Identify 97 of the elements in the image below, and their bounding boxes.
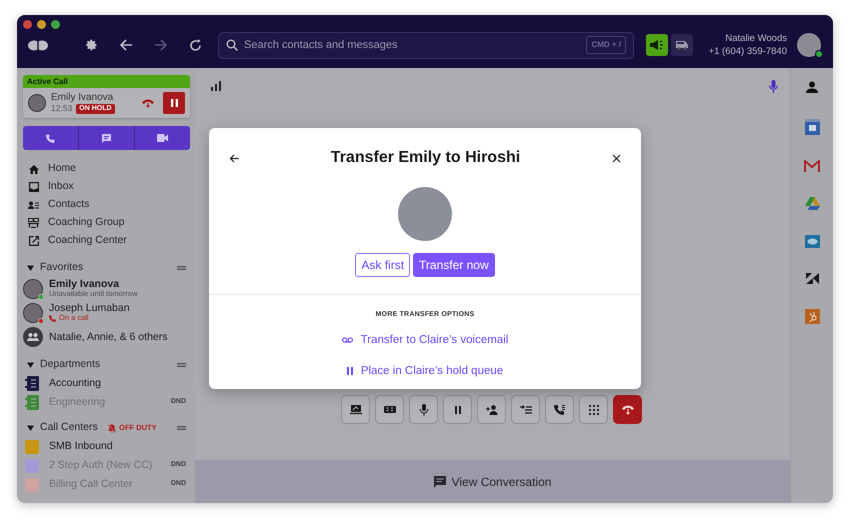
group-avatar-icon (23, 327, 43, 347)
chat-icon (434, 476, 446, 488)
bell-off-icon (108, 424, 116, 432)
screen-share-button[interactable] (341, 395, 370, 424)
forward-arrow-icon[interactable] (154, 39, 167, 51)
section-title: Favorites (40, 260, 84, 276)
record-icon (384, 404, 396, 416)
section-title: Departments (40, 357, 100, 372)
maximize-window-button[interactable] (51, 20, 60, 29)
transfer-icon (520, 404, 532, 416)
caller-avatar (28, 94, 46, 112)
van-button[interactable] (671, 34, 693, 56)
microphone-icon[interactable] (769, 80, 778, 93)
megaphone-button[interactable] (646, 34, 668, 56)
hang-up-icon (622, 404, 634, 416)
back-arrow-icon[interactable] (120, 39, 133, 51)
pause-icon (346, 367, 353, 376)
voicemail-transfer-link[interactable]: Transfer to Claire’s voicemail (360, 332, 508, 349)
screen-icon (350, 404, 362, 416)
favorite-contact[interactable]: Natalie, Annie, & 6 others (23, 325, 190, 349)
caret-icon[interactable] (27, 362, 34, 368)
keypad-icon (588, 404, 600, 416)
ask-first-button[interactable]: Ask first (355, 253, 410, 277)
user-phone: +1 (604) 359-7840 (708, 45, 787, 58)
shortcut-hint: CMD + / (586, 36, 626, 54)
group-desk-icon (28, 218, 39, 228)
nav-item[interactable]: Home (23, 160, 190, 178)
user-avatar[interactable] (797, 33, 821, 57)
contact-avatar (23, 279, 43, 299)
mute-button[interactable] (409, 395, 438, 424)
search-field[interactable]: Search contacts and messages CMD + / (218, 32, 634, 58)
external-link-icon (28, 236, 38, 246)
contact-name: Emily Ivanova (49, 279, 120, 289)
active-call-header: Active Call (23, 75, 190, 88)
photo-placeholder (398, 187, 452, 241)
microphone-icon (418, 404, 430, 416)
mail-icon[interactable] (804, 160, 820, 172)
voicemail-icon (342, 337, 353, 344)
inbox-icon (28, 182, 38, 192)
close-window-button[interactable] (23, 20, 32, 29)
contact-name: Natalie, Annie, & 6 others (49, 332, 168, 342)
drag-handle-icon[interactable] (177, 426, 186, 430)
add-person-icon (486, 404, 498, 416)
call-center-item[interactable]: SMB Inbound (23, 437, 190, 456)
drive-icon[interactable] (804, 197, 820, 210)
user-name: Natalie Woods (725, 32, 787, 45)
view-conversation-bar[interactable]: View Conversation (195, 460, 790, 503)
home-icon (28, 164, 38, 174)
phone-icon (46, 134, 55, 142)
add-person-button[interactable] (477, 395, 506, 424)
caret-icon[interactable] (27, 265, 34, 271)
nav-item[interactable]: Coaching Group (23, 214, 190, 232)
logo-icon (28, 38, 48, 52)
contact-name: Joseph Lumaban (49, 303, 130, 313)
chat-icon (102, 134, 111, 142)
call-timer: 12:53 (51, 103, 72, 114)
cloud-icon[interactable] (804, 235, 820, 248)
minimize-window-button[interactable] (37, 20, 46, 29)
nav-item[interactable]: Contacts (23, 196, 190, 214)
keypad-button[interactable] (579, 395, 608, 424)
back-arrow-icon[interactable] (229, 154, 239, 162)
signal-strength-icon (211, 81, 221, 91)
caret-icon[interactable] (27, 425, 34, 431)
dialog-title: Transfer Emily to Hiroshi (330, 148, 520, 168)
settings-icon[interactable] (86, 39, 98, 51)
video-camera-icon (157, 134, 168, 142)
hold-button[interactable] (443, 395, 472, 424)
section-title: Call Centers (40, 420, 98, 436)
megaphone-icon (650, 40, 664, 50)
zigzag-icon[interactable] (806, 273, 818, 284)
close-icon[interactable] (612, 154, 621, 162)
search-input[interactable]: Search contacts and messages (244, 36, 580, 54)
caller-name: Emily Ivanova (51, 92, 114, 103)
nav-item[interactable]: Inbox (23, 178, 190, 196)
record-button[interactable] (375, 395, 404, 424)
transfer-now-button[interactable]: Transfer now (413, 253, 495, 277)
department-item[interactable]: Accounting (23, 374, 190, 393)
search-icon (226, 39, 238, 51)
drag-handle-icon[interactable] (177, 266, 186, 270)
reload-icon[interactable] (189, 38, 202, 52)
nav-item[interactable]: Coaching Center (23, 232, 190, 250)
pause-icon (170, 99, 178, 107)
call-queue-button[interactable] (545, 395, 574, 424)
hold-button[interactable] (163, 92, 185, 114)
hang-up-button[interactable] (613, 395, 642, 424)
phone-list-icon (554, 404, 566, 416)
transfer-button[interactable] (511, 395, 540, 424)
phone-icon (49, 314, 56, 322)
van-icon (675, 40, 689, 50)
contacts-icon (28, 200, 39, 210)
calendar-icon[interactable] (804, 118, 820, 135)
drag-handle-icon[interactable] (177, 363, 186, 367)
hub-icon[interactable] (804, 309, 820, 324)
hold-queue-link[interactable]: Place in Claire’s hold queue (360, 362, 504, 380)
hang-up-icon[interactable] (142, 98, 154, 108)
person-icon[interactable] (806, 81, 818, 93)
contact-avatar (23, 303, 43, 323)
